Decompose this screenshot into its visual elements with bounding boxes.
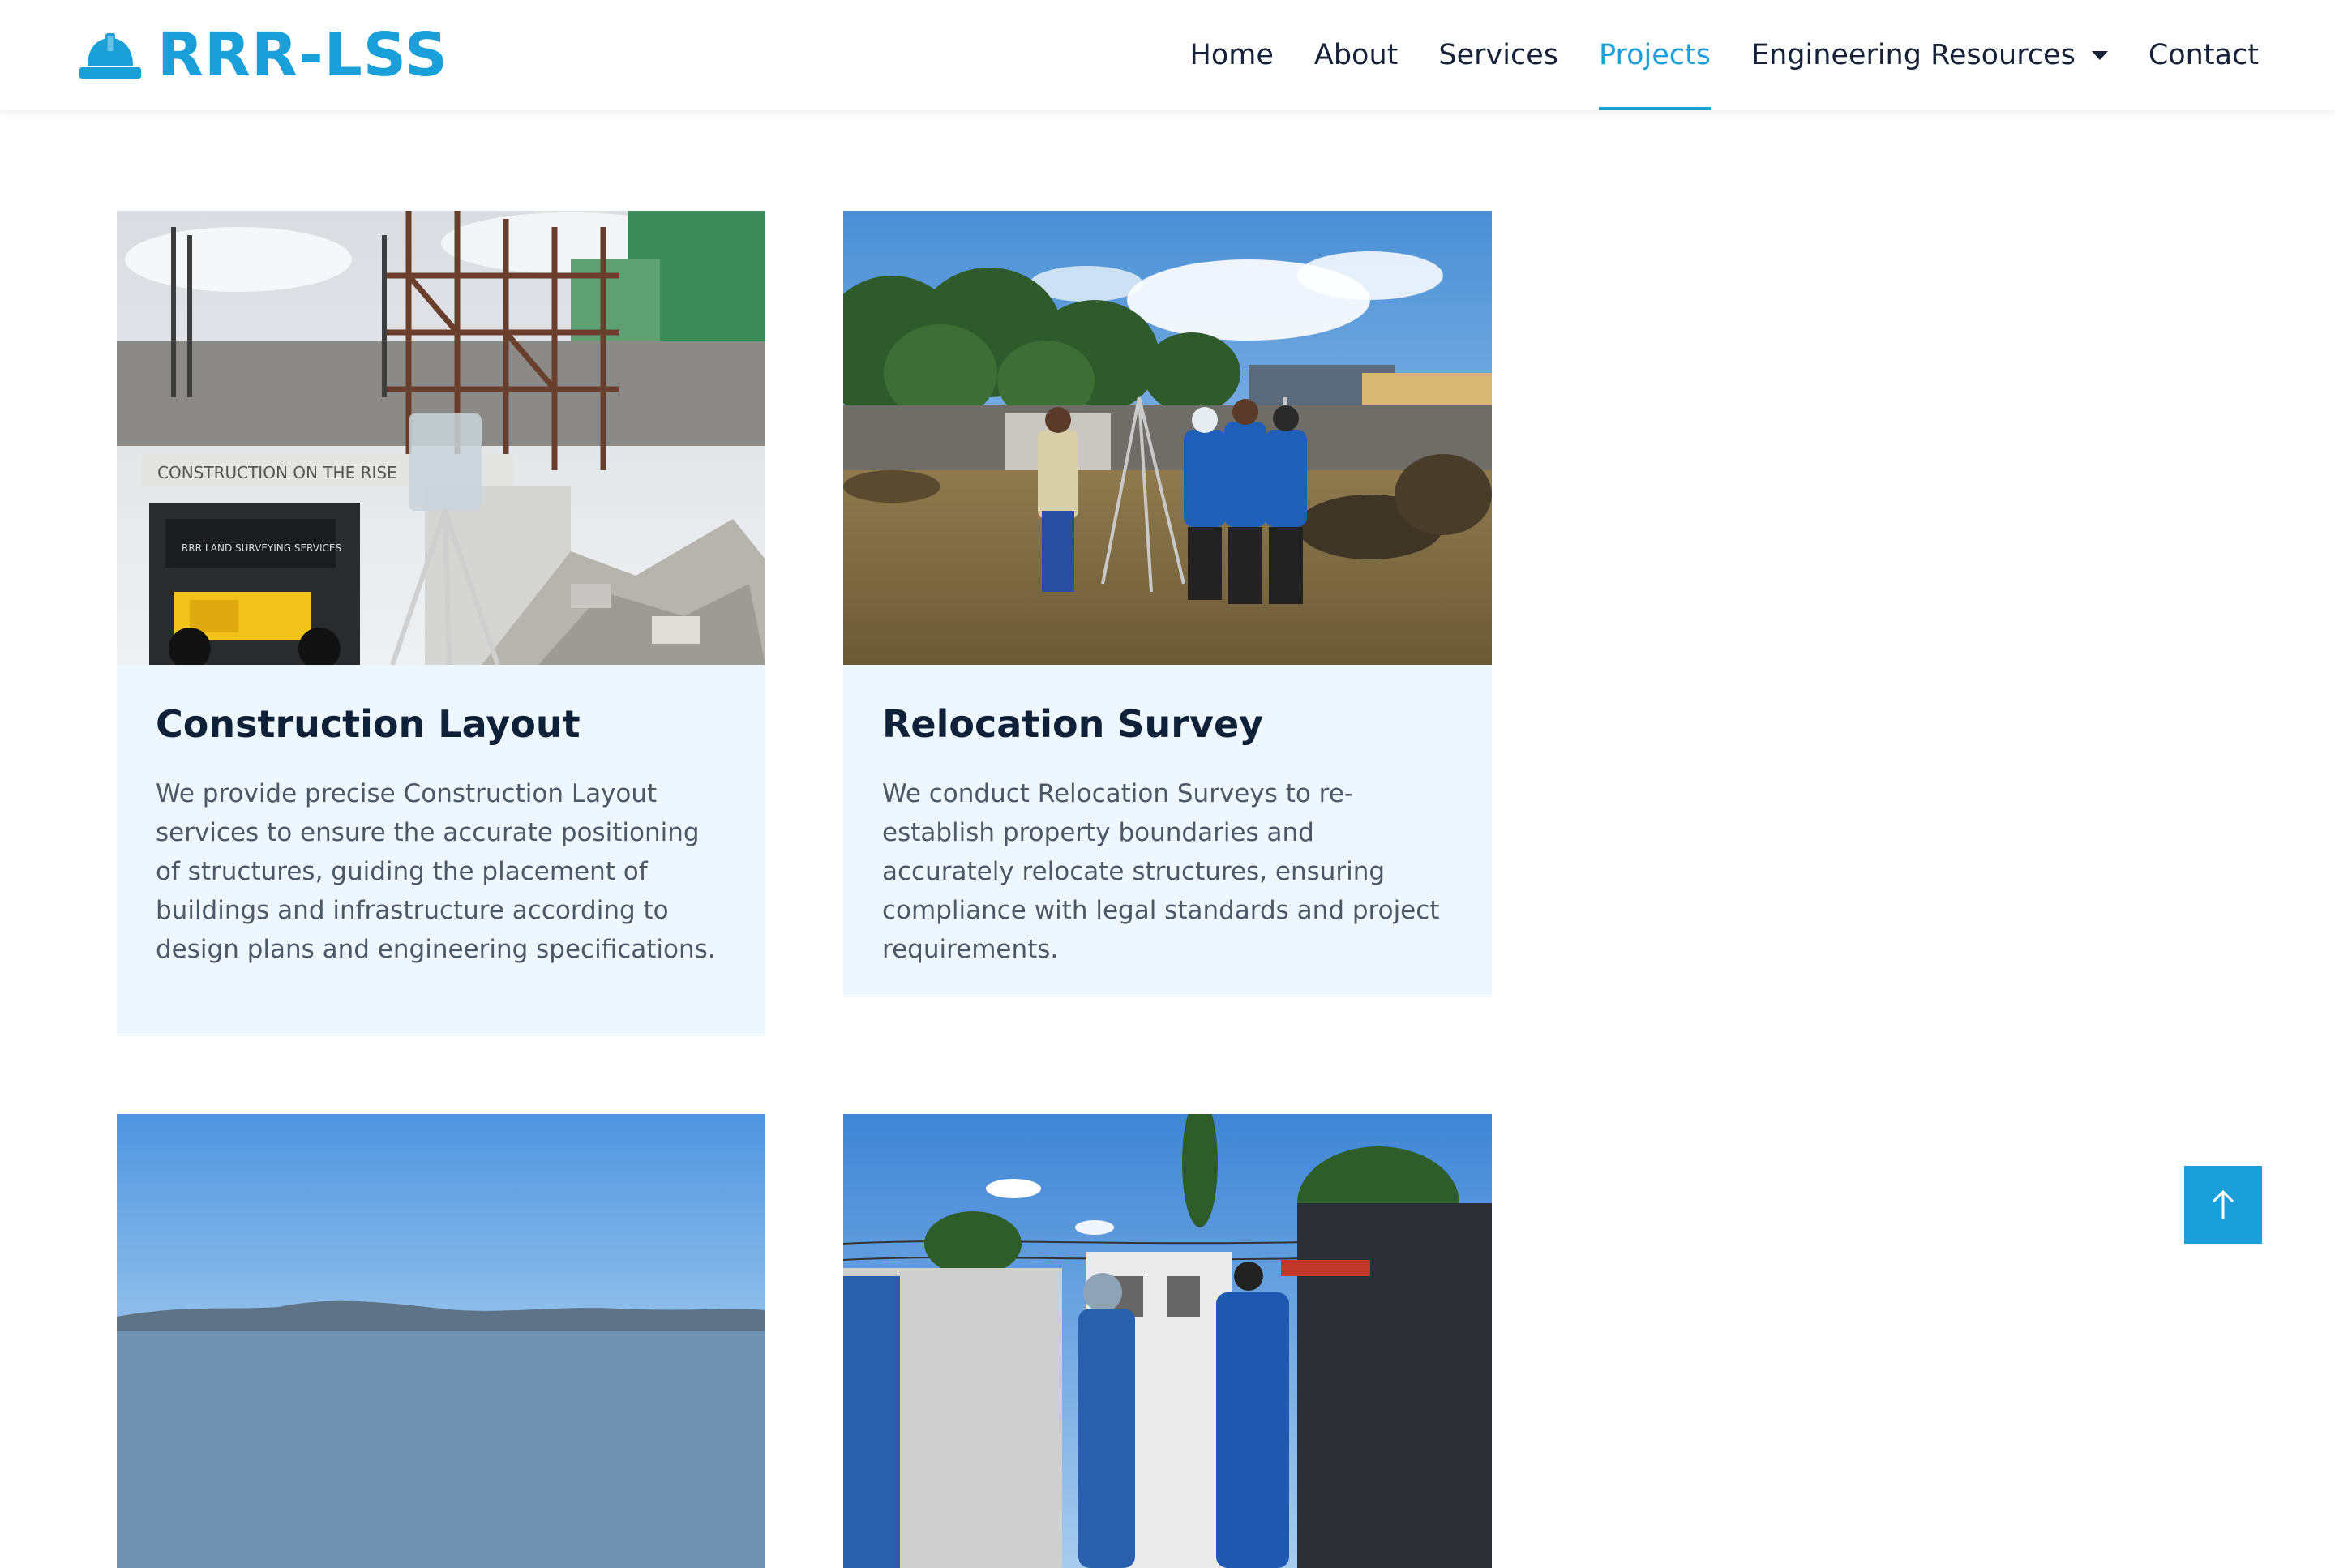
card-body: Construction Layout We provide precise C… — [117, 665, 765, 1008]
construction-site-photo: CONSTRUCTION ON THE RISE RRR LAND SURVEY… — [117, 211, 765, 665]
navbar: RRR-LSS Home About Services Projects Eng… — [0, 0, 2335, 110]
back-to-top-button[interactable] — [2184, 1166, 2262, 1244]
nav-engineering-resources-label: Engineering Resources — [1750, 39, 2076, 71]
nav-about[interactable]: About — [1314, 0, 1398, 110]
nav-projects[interactable]: Projects — [1598, 0, 1711, 110]
main-nav: Home About Services Projects Engineering… — [1190, 0, 2259, 110]
caret-down-icon — [2091, 50, 2108, 60]
project-title: Construction Layout — [156, 702, 581, 746]
street-survey-photo — [843, 1114, 1492, 1568]
coastal-sky-photo — [117, 1114, 765, 1568]
svg-text:RRR LAND SURVEYING SERVICES: RRR LAND SURVEYING SERVICES — [182, 542, 341, 554]
hard-hat-icon — [79, 33, 141, 79]
project-description: We conduct Relocation Surveys to re-esta… — [882, 779, 1440, 965]
nav-services[interactable]: Services — [1438, 0, 1558, 110]
project-card-relocation-survey[interactable]: Relocation Survey We conduct Relocation … — [843, 211, 1492, 997]
survey-team-field-photo — [843, 211, 1492, 665]
brand-logo[interactable]: RRR-LSS — [78, 19, 448, 91]
project-title: Relocation Survey — [882, 702, 1264, 746]
project-description: We provide precise Construction Layout s… — [156, 779, 716, 965]
project-card-construction-layout[interactable]: CONSTRUCTION ON THE RISE RRR LAND SURVEY… — [117, 211, 765, 1036]
arrow-up-icon — [2212, 1189, 2234, 1219]
card-body: Relocation Survey We conduct Relocation … — [843, 665, 1492, 1008]
nav-contact[interactable]: Contact — [2149, 0, 2259, 110]
project-card-3[interactable] — [117, 1114, 765, 1568]
nav-engineering-resources[interactable]: Engineering Resources — [1751, 0, 2108, 110]
brand-name: RRR-LSS — [157, 20, 449, 90]
project-card-4[interactable] — [843, 1114, 1492, 1568]
nav-home[interactable]: Home — [1190, 0, 1274, 110]
svg-text:CONSTRUCTION ON THE RISE: CONSTRUCTION ON THE RISE — [157, 463, 397, 482]
